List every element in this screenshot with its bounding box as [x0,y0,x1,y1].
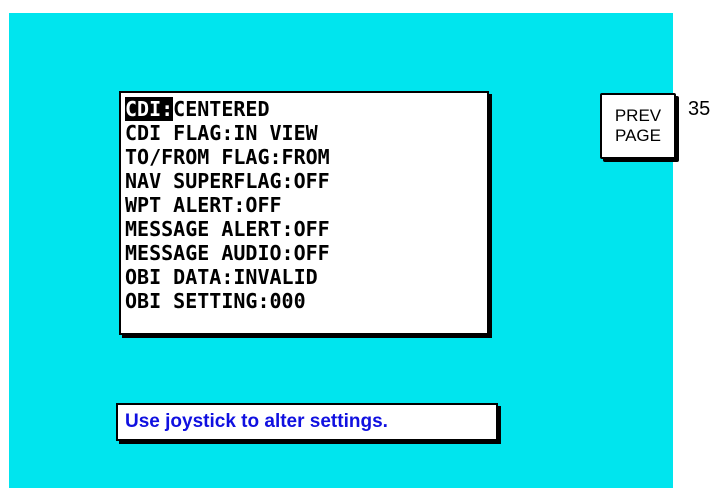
setting-value: IN VIEW [233,121,318,145]
instruction-text: Use joystick to alter settings. [125,411,388,432]
setting-row-obi-setting[interactable]: OBI SETTING:000 [125,289,487,313]
setting-key: CDI FLAG: [125,121,234,145]
setting-row-to-from-flag[interactable]: TO/FROM FLAG:FROM [125,145,487,169]
settings-panel: CDI:CENTERED CDI FLAG:IN VIEW TO/FROM FL… [119,91,489,335]
setting-key: NAV SUPERFLAG: [125,169,294,193]
setting-value: 000 [269,289,306,313]
setting-row-message-alert[interactable]: MESSAGE ALERT:OFF [125,217,487,241]
setting-row-cdi[interactable]: CDI:CENTERED [125,97,487,121]
prev-page-button[interactable]: PREV PAGE [600,93,676,159]
setting-row-wpt-alert[interactable]: WPT ALERT:OFF [125,193,487,217]
setting-value: CENTERED [173,97,270,121]
display-screen: CDI:CENTERED CDI FLAG:IN VIEW TO/FROM FL… [9,13,676,488]
setting-key: OBI DATA: [125,265,234,289]
setting-value: INVALID [233,265,318,289]
setting-key: OBI SETTING: [125,289,270,313]
setting-row-cdi-flag[interactable]: CDI FLAG:IN VIEW [125,121,487,145]
setting-value: OFF [293,241,330,265]
prev-page-label-line2: PAGE [615,126,661,145]
setting-value: OFF [293,169,330,193]
setting-row-nav-superflag[interactable]: NAV SUPERFLAG:OFF [125,169,487,193]
setting-value: OFF [245,193,282,217]
setting-key: MESSAGE ALERT: [125,217,294,241]
setting-key: WPT ALERT: [125,193,246,217]
setting-row-obi-data[interactable]: OBI DATA:INVALID [125,265,487,289]
instruction-message: Use joystick to alter settings. [116,403,498,441]
setting-key: TO/FROM FLAG: [125,145,282,169]
prev-page-label-line1: PREV [614,106,662,125]
page-number: 35 [688,98,711,120]
setting-value: OFF [293,217,330,241]
setting-key: CDI: [125,97,174,121]
setting-row-message-audio[interactable]: MESSAGE AUDIO:OFF [125,241,487,265]
setting-key: MESSAGE AUDIO: [125,241,294,265]
setting-value: FROM [281,145,330,169]
